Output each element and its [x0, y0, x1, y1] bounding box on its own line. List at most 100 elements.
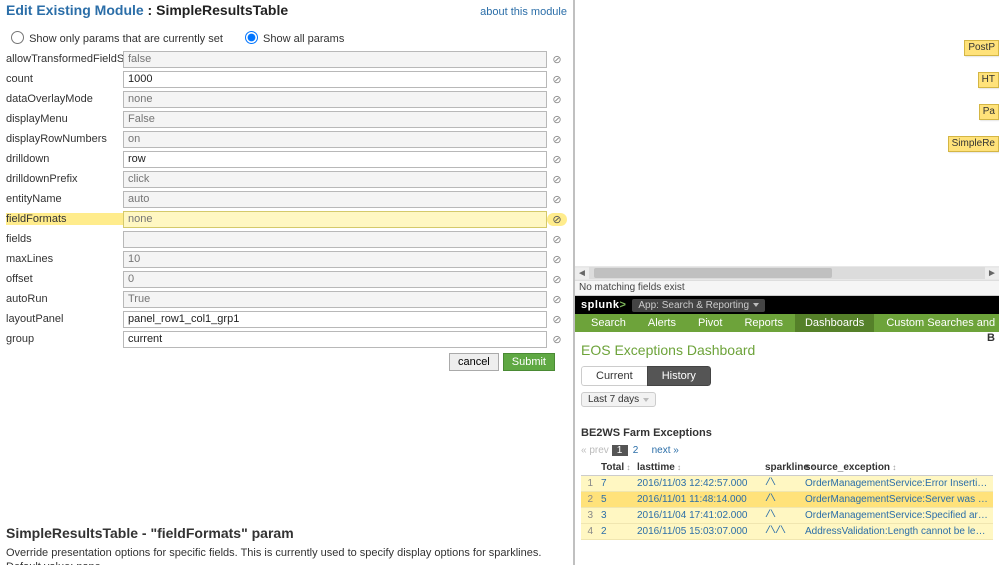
radio-only-set-input[interactable] — [11, 31, 24, 44]
nav-item-alerts[interactable]: Alerts — [638, 314, 686, 332]
tree-node-pa[interactable]: Pa — [979, 104, 999, 120]
nav-bar: SearchAlertsPivotReportsDashboardsCustom… — [575, 314, 999, 332]
clear-icon[interactable]: ⊘ — [547, 313, 567, 326]
param-input-dataOverlayMode[interactable] — [123, 91, 547, 108]
clear-icon[interactable]: ⊘ — [547, 233, 567, 246]
clear-icon[interactable]: ⊘ — [547, 53, 567, 66]
clear-icon[interactable]: ⊘ — [547, 213, 567, 226]
cell-total: 2 — [597, 524, 633, 540]
param-input-entityName[interactable] — [123, 191, 547, 208]
param-input-count[interactable] — [123, 71, 547, 88]
param-input-displayMenu[interactable] — [123, 111, 547, 128]
about-module-link[interactable]: about this module — [480, 6, 567, 18]
param-row-displayRowNumbers: displayRowNumbers⊘ — [6, 129, 567, 149]
clear-icon[interactable]: ⊘ — [547, 293, 567, 306]
tree-node-ht[interactable]: HT — [978, 72, 999, 88]
pager-page-1[interactable]: 1 — [612, 445, 628, 456]
radio-show-all-label: Show all params — [263, 33, 344, 45]
param-input-maxLines[interactable] — [123, 251, 547, 268]
clear-icon[interactable]: ⊘ — [547, 333, 567, 346]
tree-node-simplere[interactable]: SimpleRe — [948, 136, 999, 152]
module-tree[interactable]: PostP HT Pa SimpleRe ◄ ► — [575, 0, 999, 280]
param-input-fields[interactable] — [123, 231, 547, 248]
param-row-offset: offset ⊘ — [6, 269, 567, 289]
param-input-drilldownPrefix[interactable] — [123, 171, 547, 188]
cell-rownum: 4 — [581, 524, 597, 540]
tab-group: Current History — [581, 366, 711, 386]
param-doc-title: SimpleResultsTable - "fieldFormats" para… — [6, 525, 567, 541]
nav-item-search[interactable]: Search — [581, 314, 636, 332]
nav-item-custom-searches-and-reports[interactable]: Custom Searches and Reports — [876, 314, 999, 332]
scroll-right-icon[interactable]: ► — [985, 268, 999, 279]
param-doc-default: Default value: none — [6, 561, 567, 565]
param-label: drilldownPrefix — [6, 173, 123, 185]
clear-icon[interactable]: ⊘ — [547, 93, 567, 106]
clear-icon[interactable]: ⊘ — [547, 133, 567, 146]
nav-item-reports[interactable]: Reports — [734, 314, 793, 332]
clear-icon[interactable]: ⊘ — [547, 153, 567, 166]
col-total[interactable]: Total — [597, 460, 633, 476]
pager-page-2[interactable]: 2 — [628, 445, 644, 456]
clear-icon[interactable]: ⊘ — [547, 193, 567, 206]
clear-icon[interactable]: ⊘ — [547, 73, 567, 86]
splunk-logo: splunk> — [581, 299, 626, 311]
page-title: Edit Existing Module : SimpleResultsTabl… — [6, 2, 288, 18]
cancel-button[interactable]: cancel — [449, 353, 499, 371]
param-label: offset — [6, 273, 123, 285]
param-label: entityName — [6, 193, 123, 205]
param-input-layoutPanel[interactable] — [123, 311, 547, 328]
tree-hscrollbar[interactable]: ◄ ► — [575, 266, 999, 280]
pager-next[interactable]: next » — [650, 445, 681, 456]
param-input-displayRowNumbers[interactable] — [123, 131, 547, 148]
param-row-drilldownPrefix: drilldownPrefix ⊘ — [6, 169, 567, 189]
param-input-fieldFormats[interactable] — [123, 211, 547, 228]
scroll-track[interactable] — [589, 267, 985, 279]
params-list: allowTransformedFieldSelect⊘count⊘dataOv… — [6, 49, 567, 349]
clear-icon[interactable]: ⊘ — [547, 113, 567, 126]
param-row-displayMenu: displayMenu⊘ — [6, 109, 567, 129]
cell-sparkline: /\ — [761, 492, 801, 508]
cell-source-exception: AddressValidation:Length cannot be less … — [801, 524, 993, 540]
cell-source-exception: OrderManagementService:Error Inserting O… — [801, 476, 993, 492]
dashboard-title: EOS Exceptions Dashboard — [581, 342, 993, 358]
table-row[interactable]: 332016/11/04 17:41:02.000/\OrderManageme… — [581, 508, 993, 524]
scroll-left-icon[interactable]: ◄ — [575, 268, 589, 279]
param-label: count — [6, 73, 123, 85]
col-source-exception[interactable]: source_exception — [801, 460, 993, 476]
param-label: drilldown — [6, 153, 123, 165]
cell-sparkline: /\ — [761, 508, 801, 524]
clear-icon[interactable]: ⊘ — [547, 173, 567, 186]
param-label: fields — [6, 233, 123, 245]
radio-show-all-input[interactable] — [245, 31, 258, 44]
pager-prev[interactable]: « prev — [581, 445, 612, 456]
radio-only-set[interactable]: Show only params that are currently set — [6, 33, 226, 45]
scroll-thumb[interactable] — [594, 268, 832, 278]
cell-total: 7 — [597, 476, 633, 492]
param-input-group[interactable] — [123, 331, 547, 348]
app-selector[interactable]: App: Search & Reporting — [632, 299, 765, 312]
param-input-autoRun[interactable] — [123, 291, 547, 308]
timerange-picker[interactable]: Last 7 days — [581, 392, 656, 407]
radio-only-set-label: Show only params that are currently set — [29, 33, 223, 45]
nav-item-pivot[interactable]: Pivot — [688, 314, 732, 332]
cell-source-exception: OrderManagementService:Specified argumen… — [801, 508, 993, 524]
param-input-offset[interactable] — [123, 271, 547, 288]
clear-icon[interactable]: ⊘ — [547, 273, 567, 286]
submit-button[interactable]: Submit — [503, 353, 555, 371]
panel-title-right: B — [987, 332, 995, 344]
nav-item-dashboards[interactable]: Dashboards — [795, 314, 874, 332]
tab-history[interactable]: History — [647, 366, 711, 386]
param-input-drilldown[interactable] — [123, 151, 547, 168]
table-row[interactable]: 172016/11/03 12:42:57.000/\OrderManageme… — [581, 476, 993, 492]
radio-show-all[interactable]: Show all params — [240, 33, 344, 45]
tree-node-postp[interactable]: PostP — [964, 40, 999, 56]
clear-icon[interactable]: ⊘ — [547, 253, 567, 266]
table-row[interactable]: 422016/11/05 15:03:07.000/\/\AddressVali… — [581, 524, 993, 540]
param-label: dataOverlayMode — [6, 93, 123, 105]
table-row[interactable]: 252016/11/01 11:48:14.000/\OrderManageme… — [581, 492, 993, 508]
col-lasttime[interactable]: lasttime — [633, 460, 761, 476]
col-sparkline[interactable]: sparkline — [761, 460, 801, 476]
param-input-allowTransformedFieldSelect[interactable] — [123, 51, 547, 68]
param-label: fieldFormats — [6, 213, 123, 225]
tab-current[interactable]: Current — [581, 366, 647, 386]
